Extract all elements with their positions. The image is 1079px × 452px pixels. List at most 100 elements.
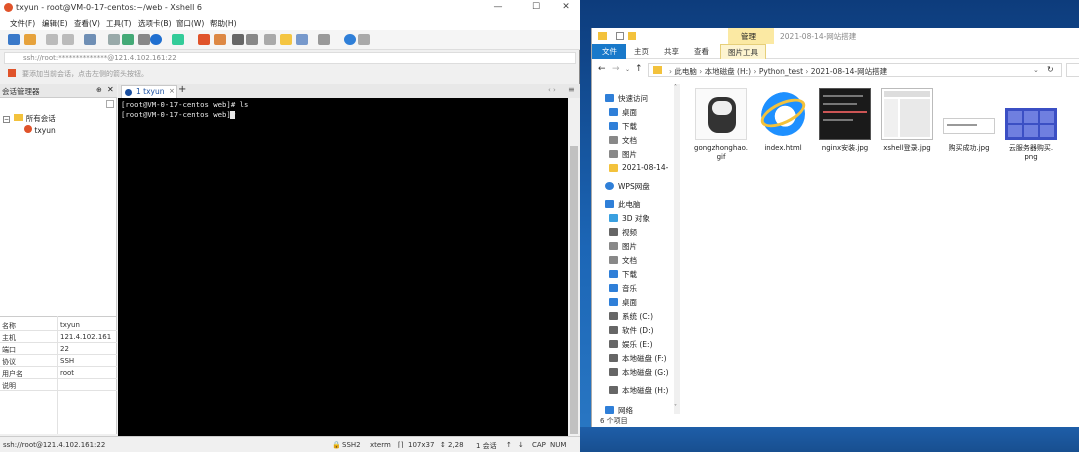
xshell-titlebar[interactable]: txyun - root@VM-0-17-centos:~/web - Xshe… [0,0,580,16]
nav-scroll-up-icon[interactable]: ˄ [674,84,677,91]
tree-settings-icon[interactable] [106,100,114,108]
up-button[interactable]: ↑ [635,64,643,74]
pin-icon[interactable]: ⊕ [96,86,102,94]
close-button[interactable]: ✕ [556,1,576,14]
file-name: 购买成功.jpg [948,144,990,152]
tab-menu-icon[interactable]: ≡ [568,85,575,94]
explorer-folder-icon [598,32,607,40]
prop-key: 说明 [2,382,16,390]
bookmark-icon[interactable] [8,69,16,77]
new-session-icon[interactable] [8,34,20,45]
terminal-scroll-thumb[interactable] [570,146,578,434]
fullscreen-icon[interactable] [232,34,244,45]
tab-scroll-left-icon[interactable]: ‹ › [548,86,556,94]
address-dropdown-icon[interactable]: ⌄ [1033,66,1039,74]
new-tab-button[interactable]: + [178,84,186,95]
minimize-button[interactable]: — [488,1,508,14]
lock-icon[interactable] [246,34,258,45]
compose-icon[interactable] [296,34,308,45]
menu-window[interactable]: 窗口(W) [176,18,204,29]
drive-icon [609,312,618,320]
help-icon[interactable] [344,34,356,45]
status-size: 107x37 [408,441,435,449]
menu-help[interactable]: 帮助(H) [210,18,237,29]
disconnect-icon[interactable] [62,34,74,45]
quick-properties-icon[interactable] [616,32,624,40]
terminal[interactable]: [root@VM-0-17-centos web]# ls [root@VM-0… [118,98,568,436]
tab-txyun[interactable]: 1 txyun × [121,85,177,98]
menu-tabs[interactable]: 选项卡(B) [138,18,172,29]
layout-icon[interactable] [318,34,330,45]
collapse-icon[interactable]: − [3,116,10,123]
status-down-icon: ↓ [518,441,524,449]
keyboard-icon[interactable] [264,34,276,45]
address-text[interactable]: ssh://root:**************@121.4.102.161:… [23,54,177,62]
paste-icon[interactable] [138,34,150,45]
forward-button[interactable]: → [612,64,620,74]
highlight-icon[interactable] [280,34,292,45]
explorer-address-bar[interactable]: › 此电脑 › 本地磁盘 (H:) › Python_test › 2021-0… [648,63,1062,77]
document-icon [609,136,618,144]
address-bar[interactable]: ssh://root:**************@121.4.102.161:… [4,52,576,64]
nav-scroll-down-icon[interactable]: ˅ [674,404,677,411]
search-box[interactable] [1066,63,1079,77]
download-icon [609,122,618,130]
tree-root[interactable]: − 所有会话 [3,113,56,124]
ribbon-share-tab[interactable]: 共享 [664,46,679,57]
breadcrumb-pc[interactable]: 此电脑 [674,67,697,76]
maximize-button[interactable]: ☐ [526,1,546,14]
ribbon-view-tab[interactable]: 查看 [694,46,709,57]
ribbon-picture-tools-tab[interactable]: 图片工具 [720,44,766,59]
cloud-icon [605,182,614,190]
prop-row-port: 端口 22 [0,343,117,355]
explorer-titlebar[interactable]: 管理 2021-08-14-网站搭建 [592,28,1079,44]
quick-newfolder-icon[interactable] [628,32,636,40]
download-icon [609,270,618,278]
status-pos: 2,28 [448,441,464,449]
desktop-icon [609,298,618,306]
tab-close-icon[interactable]: × [169,87,175,95]
connect-icon[interactable] [46,34,58,45]
nav-label: 快速访问 [618,94,648,103]
ribbon-file-tab[interactable]: 文件 [592,44,626,59]
nginx-thumbnail [819,88,871,140]
nav-label: 2021-08-14- [622,163,669,172]
breadcrumb-current[interactable]: 2021-08-14-网站搭建 [811,67,887,76]
prop-divider [57,316,58,434]
xshell-logo-icon [4,3,13,12]
picture-icon [609,242,618,250]
breadcrumb-python[interactable]: Python_test [759,67,803,76]
back-button[interactable]: ← [598,64,606,74]
status-size-icon: ⌈⌉ [398,441,404,449]
menu-tools[interactable]: 工具(T) [106,18,131,29]
chat-icon[interactable] [358,34,370,45]
find-icon[interactable] [108,34,120,45]
ribbon-home-tab[interactable]: 主页 [634,46,649,57]
status-up-icon: ↑ [506,441,512,449]
xshell-window: txyun - root@VM-0-17-centos:~/web - Xshe… [0,0,580,452]
copy-icon[interactable] [122,34,134,45]
explorer-status-bar: 6 个项目 [592,415,1079,427]
refresh-icon[interactable]: ↻ [1047,65,1054,74]
file-name: xshell登录.jpg [883,144,931,152]
menu-view[interactable]: 查看(V) [74,18,100,29]
menu-file[interactable]: 文件(F) [10,18,35,29]
breadcrumb[interactable]: › 此电脑 › 本地磁盘 (H:) › Python_test › 2021-0… [669,66,887,77]
menu-edit[interactable]: 编辑(E) [42,18,68,29]
manage-context-tab[interactable]: 管理 [728,28,774,44]
panel-close-icon[interactable]: ✕ [107,85,114,94]
xftp-icon[interactable] [198,34,210,45]
recent-dropdown-icon[interactable]: ⌄ [625,66,630,73]
breadcrumb-drive[interactable]: 本地磁盘 (H:) [705,67,751,76]
nav-scrollbar[interactable]: ˄ ˅ [674,84,680,414]
hint-text: 要添加当前会话，点击左侧的箭头按钮。 [22,70,148,78]
folder-icon [609,164,618,172]
tree-session-txyun[interactable]: txyun [24,125,56,135]
xagent-icon[interactable] [214,34,226,45]
drive-icon [609,386,618,394]
computer-icon [605,200,614,208]
open-folder-icon[interactable] [24,34,36,45]
color-scheme-icon[interactable] [172,34,184,45]
globe-icon[interactable] [150,34,162,45]
properties-icon[interactable] [84,34,96,45]
